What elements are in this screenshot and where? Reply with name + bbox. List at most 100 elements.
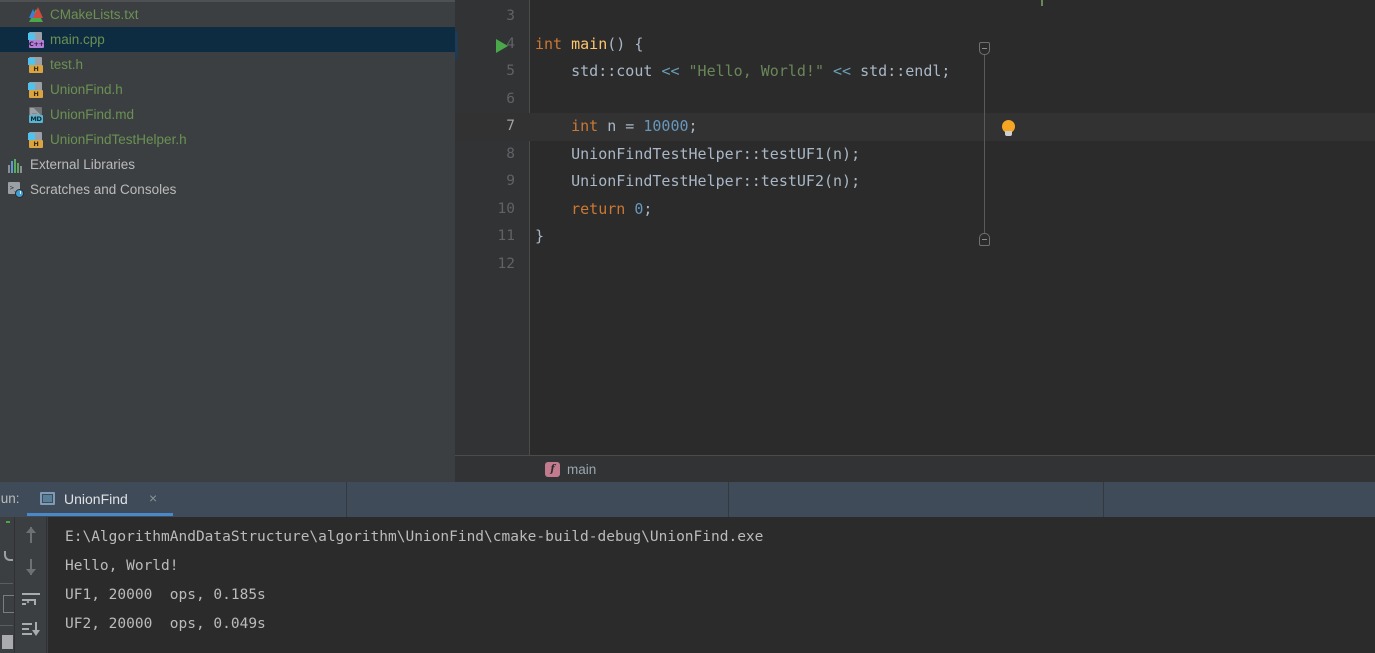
- tree-item-label: main.cpp: [50, 32, 105, 47]
- code-line-12[interactable]: 12: [455, 251, 1375, 279]
- run-tab-bar: Run: UnionFind ×: [0, 482, 1375, 517]
- code-line-8[interactable]: 8 UnionFindTestHelper::testUF1(n);: [455, 141, 1375, 169]
- code-editor[interactable]: 3 4 int main() {5 std::cout << "Hello, Wor…: [455, 0, 1375, 455]
- code-token: 10000: [643, 117, 689, 135]
- code-line-text: UnionFindTestHelper::testUF2(n);: [535, 168, 860, 196]
- close-icon[interactable]: ×: [149, 491, 157, 505]
- code-line-text: UnionFindTestHelper::testUF1(n);: [535, 141, 860, 169]
- cpp-file-icon: C++: [28, 31, 44, 48]
- code-line-text: std::cout << "Hello, World!" << std::end…: [535, 58, 950, 86]
- code-fold-close-icon[interactable]: [979, 233, 990, 246]
- line-number: 8: [506, 145, 515, 162]
- stop-icon[interactable]: [4, 551, 13, 561]
- code-token: std::cout: [535, 62, 662, 80]
- project-tool-window: CMakeLists.txt C++ main.cpp Htest.h H UnionFi…: [0, 0, 455, 482]
- run-tab-unionfind[interactable]: UnionFind ×: [27, 482, 173, 517]
- code-fold-open-icon[interactable]: [979, 42, 990, 55]
- header-file-icon: H: [28, 81, 44, 98]
- rerun-icon[interactable]: [6, 521, 10, 523]
- scroll-up-icon[interactable]: [22, 527, 40, 545]
- run-side-toolbar[interactable]: [0, 517, 15, 653]
- code-line-3[interactable]: 3: [455, 3, 1375, 31]
- code-token: n =: [598, 117, 644, 135]
- tree-item-main-cpp[interactable]: C++ main.cpp: [0, 27, 455, 52]
- console-output[interactable]: E:\AlgorithmAndDataStructure\algorithm\U…: [48, 517, 1375, 653]
- code-token: return: [571, 199, 626, 218]
- code-token: int: [535, 34, 572, 53]
- scroll-to-end-icon[interactable]: [22, 622, 40, 640]
- line-number: 10: [497, 200, 515, 217]
- tree-item-label: External Libraries: [30, 157, 136, 172]
- code-line-text: }: [535, 223, 544, 251]
- scratches-icon: >_: [8, 181, 24, 198]
- tree-item-label: test.h: [50, 57, 84, 72]
- console-toolbar[interactable]: [15, 517, 47, 653]
- code-line-10[interactable]: 10 return 0;: [455, 196, 1375, 224]
- tree-item-scratches-and-consoles[interactable]: >_ Scratches and Consoles: [0, 177, 455, 202]
- code-line-text: int n = 10000;: [535, 113, 698, 141]
- soft-wrap-icon[interactable]: [22, 592, 40, 610]
- panel-divider-1: [346, 482, 347, 517]
- code-line-text: return 0;: [535, 196, 652, 224]
- line-number: 7: [506, 118, 515, 134]
- header-file-icon: H: [28, 56, 44, 73]
- run-window-title: Run:: [0, 491, 20, 506]
- code-token: }: [535, 227, 545, 245]
- cmake-icon: [28, 6, 44, 23]
- code-token: ;: [688, 117, 698, 135]
- code-token: () {: [607, 34, 644, 53]
- code-token: UnionFindTestHelper::testUF1(n);: [535, 144, 861, 163]
- tree-item-label: UnionFindTestHelper.h: [50, 132, 187, 147]
- line-number: 12: [497, 255, 515, 272]
- run-gutter-arrow-icon[interactable]: [496, 39, 508, 53]
- tree-item-unionfind-md[interactable]: MD UnionFind.md: [0, 102, 455, 127]
- code-line-11[interactable]: 11}: [455, 223, 1375, 251]
- code-token: main: [571, 34, 608, 53]
- tree-item-cmakelists-txt[interactable]: CMakeLists.txt: [0, 2, 455, 27]
- print-icon[interactable]: [2, 635, 13, 649]
- pin-icon[interactable]: [3, 595, 14, 613]
- code-line-text: int main() {: [535, 31, 643, 59]
- code-token: ;: [643, 199, 653, 218]
- intention-bulb-icon[interactable]: [1001, 120, 1017, 137]
- line-number: 9: [506, 173, 515, 189]
- code-line-4[interactable]: 4 int main() {: [455, 31, 1375, 59]
- sidebar-horizontal-scrollbar-track[interactable]: [0, 468, 455, 480]
- tree-item-unionfindtesthelper-h[interactable]: H UnionFindTestHelper.h: [0, 127, 455, 152]
- line-number: 5: [506, 63, 515, 79]
- code-token: UnionFindTestHelper::testUF2(n);: [535, 172, 861, 190]
- code-token: <<: [833, 62, 852, 80]
- scroll-down-icon[interactable]: [22, 559, 40, 577]
- toolbar-separator-2: [0, 625, 13, 626]
- panel-divider-2: [728, 482, 729, 517]
- bulb-base: [1005, 131, 1012, 136]
- editor-breadcrumb[interactable]: f main: [455, 455, 1375, 482]
- tree-item-unionfind-h[interactable]: H UnionFind.h: [0, 77, 455, 102]
- tree-item-label: CMakeLists.txt: [50, 7, 139, 22]
- console-line: UF2, 20000 ops, 0.049s: [65, 616, 266, 632]
- run-tab-active-indicator: [27, 513, 173, 516]
- tree-item-test-h[interactable]: Htest.h: [0, 52, 455, 77]
- toolbar-separator: [0, 583, 13, 584]
- code-line-6[interactable]: 6: [455, 86, 1375, 114]
- header-file-icon: H: [28, 131, 44, 148]
- code-token: <<: [661, 62, 680, 80]
- code-token: std::endl;: [851, 62, 951, 80]
- function-icon: f: [545, 461, 560, 477]
- line-number: 3: [506, 8, 515, 24]
- external-libraries-icon: [8, 157, 24, 173]
- code-line-5[interactable]: 5 std::cout << "Hello, World!" << std::e…: [455, 58, 1375, 86]
- line-number: 6: [506, 90, 515, 107]
- code-token: "Hello, World!": [688, 62, 824, 80]
- console-line: Hello, World!: [65, 558, 179, 574]
- code-line-7[interactable]: 7 int n = 10000;: [455, 113, 1375, 141]
- tree-item-label: Scratches and Consoles: [30, 182, 177, 197]
- breadcrumb-label[interactable]: main: [567, 462, 596, 477]
- tree-item-label: UnionFind.h: [50, 82, 123, 97]
- code-line-9[interactable]: 9 UnionFindTestHelper::testUF2(n);: [455, 168, 1375, 196]
- tree-item-external-libraries[interactable]: External Libraries: [0, 152, 455, 177]
- run-tab-label: UnionFind: [64, 491, 128, 507]
- console-tab-icon: [40, 492, 55, 505]
